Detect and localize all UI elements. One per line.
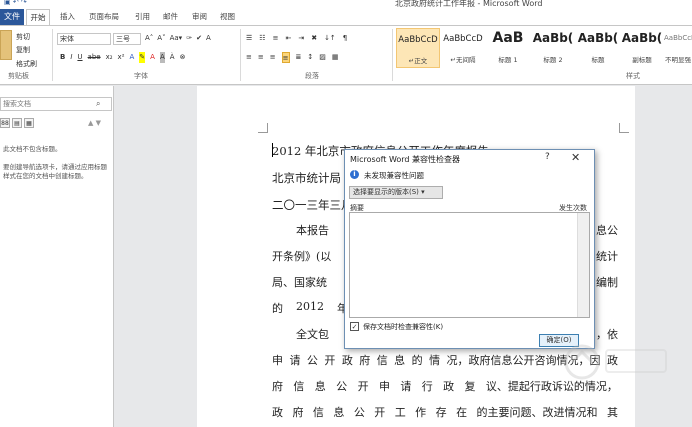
tab-home[interactable]: 开始: [26, 9, 50, 25]
tab-review[interactable]: 审阅: [192, 11, 207, 22]
group-divider: [392, 29, 393, 81]
shrink-font-icon[interactable]: A˅: [157, 33, 165, 44]
styles-group-label: 样式: [626, 72, 640, 80]
nav-tab-headings[interactable]: 88: [0, 118, 10, 128]
style-heading-1[interactable]: AaB 标题 1: [486, 28, 530, 68]
copy-button[interactable]: 复制: [16, 45, 30, 55]
text-effect-icon[interactable]: A: [130, 52, 135, 63]
cut-button[interactable]: 剪切: [16, 32, 30, 42]
group-divider: [240, 29, 241, 81]
nav-arrows-icon[interactable]: ▲ ▼: [88, 119, 101, 127]
style-heading-2[interactable]: AaBb( 标题 2: [531, 28, 575, 68]
shading-icon[interactable]: ▨: [319, 52, 326, 63]
font-group-label: 字体: [134, 72, 148, 80]
check-on-save-label: 保存文档时检查兼容性(K): [363, 323, 444, 331]
increase-indent-icon[interactable]: ⇥: [298, 33, 304, 44]
style-title[interactable]: AaBb( 标题: [576, 28, 620, 68]
style-normal[interactable]: AaBbCcD ↵正文: [396, 28, 440, 68]
char-scale-icon[interactable]: À: [170, 52, 175, 63]
check-on-save-checkbox[interactable]: ✓: [350, 322, 359, 331]
style-subtitle[interactable]: AaBb( 副标题: [620, 28, 664, 68]
show-marks-icon[interactable]: ¶: [343, 33, 347, 44]
line-spacing-icon[interactable]: ↕: [307, 52, 313, 63]
search-icon[interactable]: ⌕: [96, 99, 100, 109]
borders-icon[interactable]: ▦: [332, 52, 339, 63]
decrease-indent-icon[interactable]: ⇤: [285, 33, 291, 44]
tab-insert[interactable]: 插入: [60, 11, 75, 22]
nav-empty-message: 此文档不包含标题。: [3, 145, 62, 153]
italic-icon[interactable]: I: [70, 52, 72, 63]
tab-view[interactable]: 视图: [220, 11, 235, 22]
issues-list-scrollbar[interactable]: [577, 213, 589, 317]
superscript-icon[interactable]: x²: [118, 52, 125, 63]
font-row-2: B I U abe x₂ x² A ✎ A A À ⊗: [60, 52, 185, 63]
bold-icon[interactable]: B: [60, 52, 65, 63]
highlight-icon[interactable]: ✎: [139, 52, 146, 63]
tab-mailings[interactable]: 邮件: [163, 11, 178, 22]
title-bar: ▣ ↶ ↷ 北京政府统计工作年报 - Microsoft Word: [0, 0, 692, 9]
margin-mark: [258, 123, 268, 133]
info-icon: i: [350, 170, 359, 179]
tab-page-layout[interactable]: 页面布局: [89, 11, 119, 22]
char-shading-icon[interactable]: A: [159, 52, 165, 63]
paragraph-row-2: ≡ ≡ ≡ ≡ ≣ ↕ ▨ ▦: [246, 52, 339, 63]
sort-icon[interactable]: ↓↑: [324, 33, 336, 44]
align-right-icon[interactable]: ≡: [270, 52, 276, 63]
workspace-background: [114, 86, 197, 427]
tab-file[interactable]: 文件: [0, 9, 24, 25]
ribbon-tabs: 文件 开始 插入 页面布局 引用 邮件 审阅 视图: [0, 9, 692, 25]
align-left-icon[interactable]: ≡: [246, 52, 252, 63]
enclose-char-icon[interactable]: ⊗: [180, 52, 186, 63]
nav-tab-results[interactable]: ▦: [24, 118, 34, 128]
navigation-pane: [0, 86, 114, 427]
clear-format-icon[interactable]: ✑: [186, 33, 192, 44]
clipboard-group-label: 剪贴板: [8, 72, 29, 80]
doc-date-line: 二〇一三年三月: [272, 198, 353, 212]
nav-tab-pages[interactable]: ▤: [12, 118, 22, 128]
window-title: 北京政府统计工作年报 - Microsoft Word: [395, 0, 543, 8]
font-size-box[interactable]: 三号: [113, 33, 141, 45]
format-painter-button[interactable]: 格式刷: [16, 59, 37, 69]
bullets-icon[interactable]: ☰: [246, 33, 252, 44]
help-icon[interactable]: ?: [545, 152, 550, 162]
distributed-icon[interactable]: ≣: [296, 52, 302, 63]
numbering-icon[interactable]: ☷: [259, 33, 265, 44]
style-no-spacing[interactable]: AaBbCcD ↵无间隔: [441, 28, 485, 68]
align-center-icon[interactable]: ≡: [258, 52, 264, 63]
change-case-icon[interactable]: Aa▾: [170, 33, 183, 44]
compatibility-checker-dialog: Microsoft Word 兼容性检查器 ? ✕ i 未发现兼容性问题 选择要…: [344, 149, 595, 349]
underline-icon[interactable]: U: [77, 52, 82, 63]
issues-list[interactable]: [349, 212, 590, 318]
dialog-status-text: 未发现兼容性问题: [364, 171, 424, 180]
style-subtle-emphasis[interactable]: AaBbCcD 不明显强: [664, 28, 692, 68]
chinese-layout-icon[interactable]: ✖: [311, 33, 317, 44]
justify-icon[interactable]: ≡: [281, 52, 290, 63]
quick-access-toolbar[interactable]: ▣ ↶ ↷: [4, 0, 27, 6]
watermark-logo: [564, 344, 667, 380]
font-name-box[interactable]: 宋体: [57, 33, 111, 45]
select-version-button[interactable]: 选择要显示的版本(S) ▾: [349, 186, 443, 199]
paragraph-row-1: ☰ ☷ ≡ ⇤ ⇥ ✖ ↓↑ ¶: [246, 33, 347, 44]
paragraph-group-label: 段落: [305, 72, 319, 80]
close-icon[interactable]: ✕: [571, 151, 580, 164]
tab-references[interactable]: 引用: [135, 11, 150, 22]
strikethrough-icon[interactable]: abe: [88, 52, 101, 63]
multilevel-list-icon[interactable]: ≡: [273, 33, 279, 44]
dialog-title: Microsoft Word 兼容性检查器: [350, 155, 461, 164]
phonetic-icon[interactable]: ✔: [196, 33, 202, 44]
char-border-icon[interactable]: A: [206, 33, 211, 44]
subscript-icon[interactable]: x₂: [106, 52, 113, 63]
margin-mark: [619, 123, 629, 133]
group-divider: [52, 29, 53, 81]
nav-hint-message: 要创建导航选项卡，请通过应用标题样式在您的文档中创建标题。: [3, 163, 107, 180]
doc-author-line: 北京市统计局: [272, 171, 341, 185]
paste-icon[interactable]: [0, 30, 12, 60]
font-color-icon[interactable]: A: [150, 52, 155, 63]
font-row-1: A˄ A˅ Aa▾ ✑ ✔ A: [145, 33, 211, 44]
doc-paragraph-line: 政府信息公开工作存在的主要问题、改进情况和其: [272, 406, 618, 419]
grow-font-icon[interactable]: A˄: [145, 33, 153, 44]
